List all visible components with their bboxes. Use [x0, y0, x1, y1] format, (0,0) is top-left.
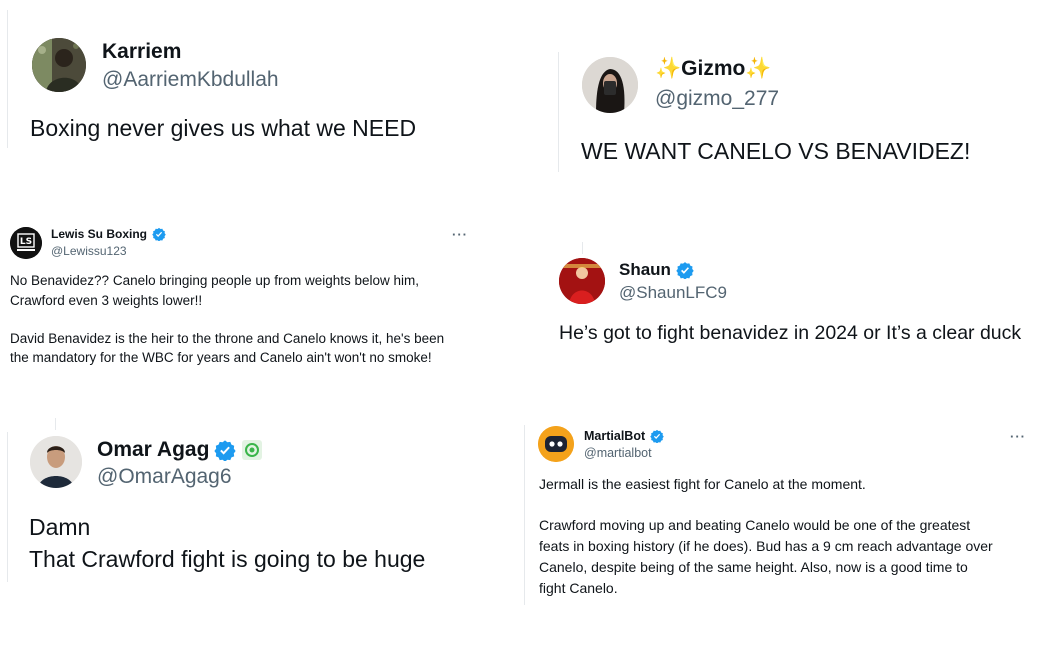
avatar[interactable]: [30, 436, 82, 488]
tweet-text-line: That Crawford fight is going to be huge: [29, 546, 426, 572]
sparkle-icon: ✨: [745, 57, 772, 80]
display-name[interactable]: ✨ Gizmo ✨: [655, 57, 771, 81]
ls-logo-avatar-icon: LS: [10, 227, 42, 259]
avatar[interactable]: [582, 57, 638, 113]
display-name[interactable]: Shaun: [619, 260, 694, 280]
tweet-text-line: Crawford moving up and beating Canelo wo…: [539, 517, 971, 533]
display-name-text: Lewis Su Boxing: [51, 227, 148, 241]
avatar[interactable]: LS: [10, 227, 42, 259]
avatar[interactable]: [32, 38, 86, 92]
tweet-card-omar-agag[interactable]: Omar Agag @OmarAgag6 Damn That Crawford …: [0, 425, 480, 585]
tweet-card-gizmo[interactable]: ✨ Gizmo ✨ @gizmo_277 WE WANT CANELO VS B…: [560, 40, 1040, 180]
more-options-icon[interactable]: ···: [1010, 429, 1026, 444]
display-name-text: Omar Agag: [97, 438, 210, 461]
display-name[interactable]: Karriem: [102, 40, 181, 64]
divider-line: [524, 425, 525, 605]
man-portrait-avatar-icon: [30, 436, 82, 488]
display-name[interactable]: Lewis Su Boxing: [51, 227, 166, 241]
mirror-selfie-avatar-icon: [582, 57, 638, 113]
tweet-text-line: David Benavidez is the heir to the thron…: [10, 331, 445, 346]
display-name[interactable]: Omar Agag: [97, 438, 263, 462]
red-crowd-avatar-icon: [559, 258, 605, 304]
avatar[interactable]: [559, 258, 605, 304]
user-handle[interactable]: @ShaunLFC9: [619, 283, 727, 303]
robot-avatar-icon: [538, 426, 574, 462]
display-name[interactable]: MartialBot: [584, 429, 664, 443]
verified-badge-icon: [152, 227, 166, 241]
tweet-text-line: Crawford even 3 weights lower!!: [10, 293, 203, 308]
affiliate-badge-icon: [242, 440, 263, 460]
verified-badge-icon: [676, 262, 694, 279]
tweet-text: He’s got to fight benavidez in 2024 or I…: [559, 322, 1022, 344]
sparkle-icon: ✨: [655, 57, 682, 80]
tweet-text-line: fight Canelo.: [539, 580, 618, 596]
tweet-text-line: feats in boxing history (if he does). Bu…: [539, 538, 993, 554]
tweet-text: WE WANT CANELO VS BENAVIDEZ!: [581, 138, 971, 164]
avatar-logo-text: LS: [20, 237, 32, 247]
user-handle[interactable]: @AarriemKbdullah: [102, 68, 279, 92]
more-options-icon[interactable]: ···: [452, 227, 468, 242]
tweet-text-line: Canelo, despite being of the same height…: [539, 559, 968, 575]
user-handle[interactable]: @gizmo_277: [655, 87, 779, 111]
avatar[interactable]: [538, 426, 574, 462]
display-name-text: MartialBot: [584, 429, 646, 443]
tweet-card-lewis-su-boxing[interactable]: LS Lewis Su Boxing @Lewissu123 ··· No Be…: [0, 215, 480, 375]
verified-badge-icon: [214, 440, 237, 461]
user-handle[interactable]: @OmarAgag6: [97, 465, 232, 489]
tweet-card-karriem[interactable]: Karriem @AarriemKbdullah Boxing never gi…: [0, 0, 520, 180]
tweet-text-line: the mandatory for the WBC for years and …: [10, 350, 432, 365]
tweet-text: Boxing never gives us what we NEED: [30, 115, 417, 141]
tweet-text-line: No Benavidez?? Canelo bringing people up…: [10, 273, 419, 288]
person-in-camo-avatar-icon: [32, 38, 86, 92]
tweet-card-shaun[interactable]: Shaun @ShaunLFC9 He’s got to fight benav…: [555, 250, 1040, 360]
tweet-card-martialbot[interactable]: MartialBot @martialbot ··· Jermall is th…: [528, 420, 1040, 610]
display-name-text: Shaun: [619, 260, 671, 279]
tweet-text-line: Jermall is the easiest fight for Canelo …: [539, 476, 866, 492]
divider-line: [558, 52, 559, 172]
verified-badge-icon: [650, 429, 664, 443]
display-name-text: Gizmo: [681, 57, 746, 80]
tweet-text-line: Damn: [29, 514, 91, 540]
user-handle[interactable]: @martialbot: [584, 446, 652, 460]
user-handle[interactable]: @Lewissu123: [51, 244, 127, 258]
